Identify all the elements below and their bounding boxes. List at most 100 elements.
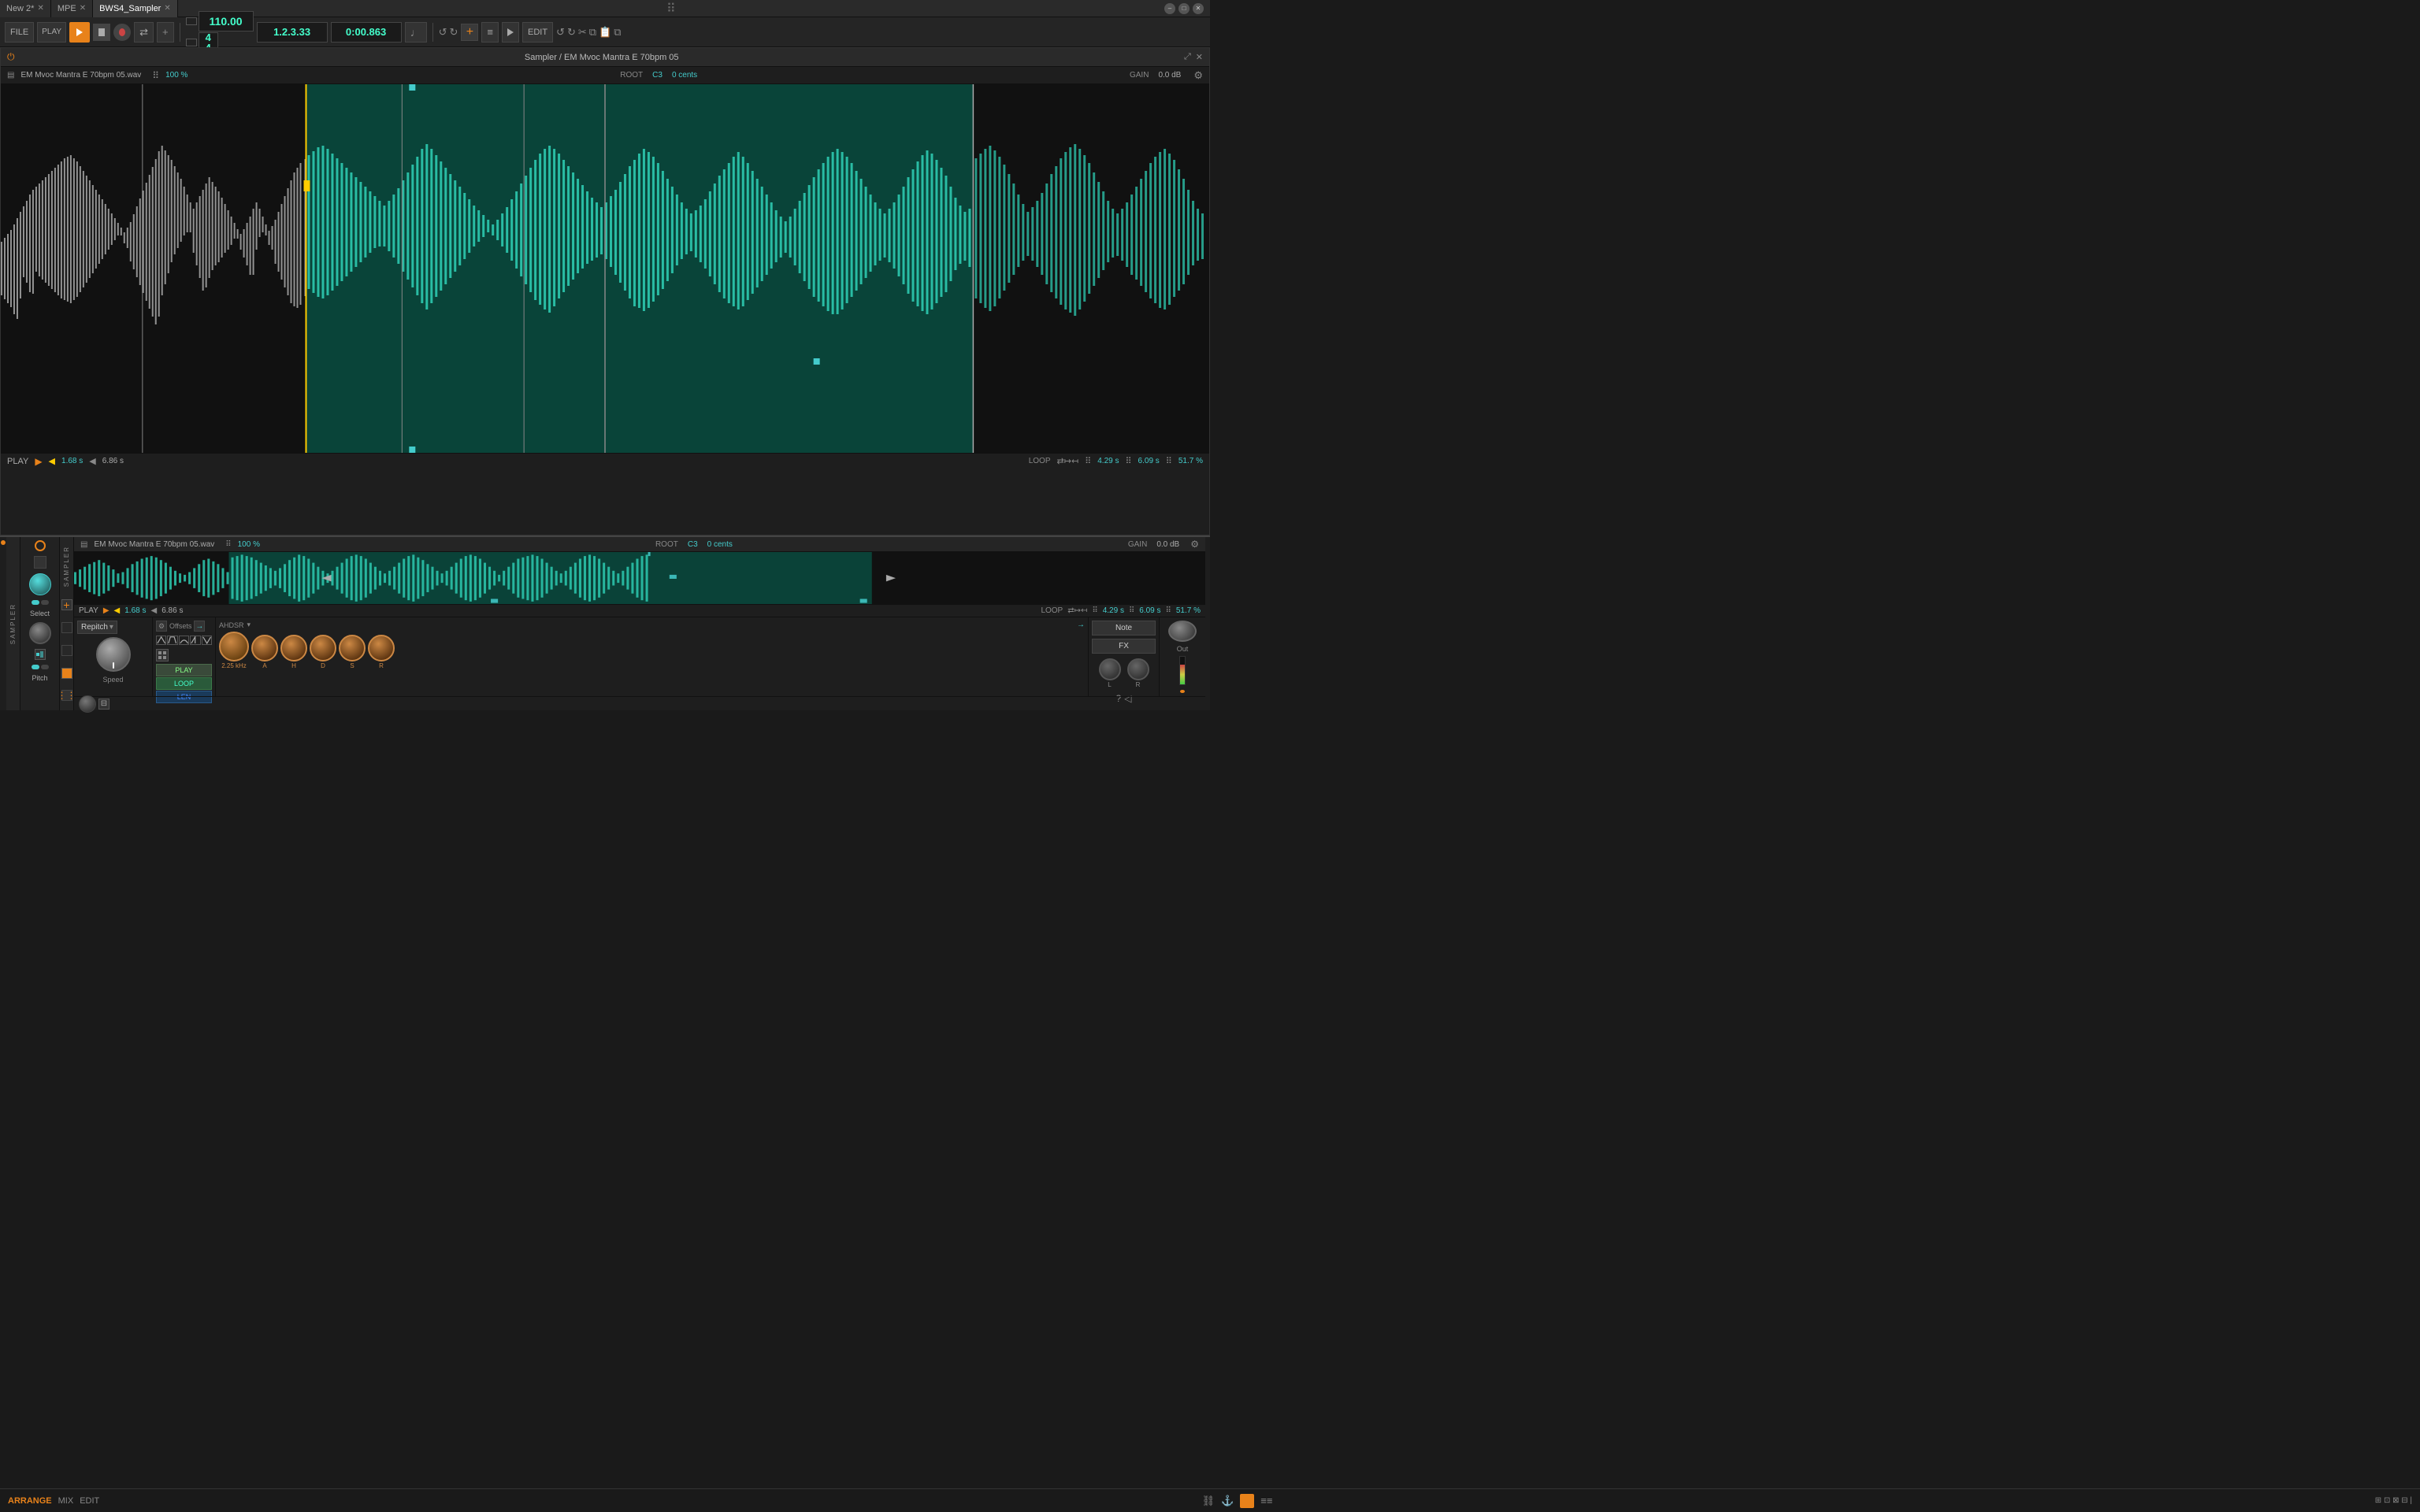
tab-sampler-label: BWS4_Sampler bbox=[99, 4, 161, 13]
list-view-btn[interactable] bbox=[61, 645, 72, 656]
d-knob[interactable] bbox=[310, 635, 336, 662]
toolbar-orange-btn[interactable] bbox=[1240, 1494, 1254, 1508]
tempo-display[interactable]: 110.00 bbox=[199, 11, 254, 32]
tab-sampler[interactable]: BWS4_Sampler ✕ bbox=[93, 0, 178, 17]
mini-settings-icon[interactable]: ⚙ bbox=[1190, 539, 1199, 550]
toggle1[interactable] bbox=[32, 600, 39, 605]
edit-tab[interactable]: EDIT bbox=[80, 1496, 99, 1506]
grid-icon3[interactable] bbox=[156, 649, 169, 662]
sampler-mini-icon1[interactable] bbox=[35, 649, 46, 660]
s-knob[interactable] bbox=[339, 635, 366, 662]
glide-knob[interactable] bbox=[79, 695, 96, 713]
stop-button[interactable] bbox=[93, 24, 110, 41]
out-knob[interactable] bbox=[1168, 621, 1197, 642]
play-indicator[interactable]: PLAY bbox=[7, 457, 28, 466]
power-indicator[interactable]: ⏻ bbox=[7, 51, 15, 63]
stop-icon bbox=[98, 28, 105, 36]
root-cents[interactable]: 0 cents bbox=[672, 71, 697, 80]
offset-play-btn[interactable]: PLAY bbox=[156, 664, 212, 676]
undo2-icon[interactable]: ↺ bbox=[556, 26, 565, 39]
levels-button[interactable]: ≡ bbox=[481, 22, 499, 43]
toggle3[interactable] bbox=[32, 665, 39, 669]
transport-play2[interactable] bbox=[502, 22, 519, 43]
bottom-toolbar: ARRANGE MIX EDIT ⛓ ⚓ ≡≡ ⊞ ⊡ ⊠ ⊟ | bbox=[0, 1488, 2420, 1512]
undo-icon[interactable]: ↺ bbox=[439, 26, 447, 39]
env-shape1[interactable] bbox=[156, 636, 166, 645]
loop-button[interactable]: ⇄ bbox=[134, 22, 154, 43]
r-knob[interactable] bbox=[368, 635, 395, 662]
select-knob[interactable] bbox=[29, 573, 51, 595]
divider2 bbox=[432, 23, 433, 42]
tab-sampler-close[interactable]: ✕ bbox=[164, 4, 170, 13]
tab-new2-close[interactable]: ✕ bbox=[37, 4, 43, 13]
power-button[interactable] bbox=[35, 540, 46, 551]
h-knob[interactable] bbox=[280, 635, 307, 662]
offset-loop-btn[interactable]: LOOP bbox=[156, 677, 212, 690]
gain-value[interactable]: 0.0 dB bbox=[1158, 71, 1181, 80]
copy-icon[interactable]: ⧉ bbox=[589, 26, 596, 39]
click-button[interactable]: + bbox=[157, 22, 174, 43]
file-button[interactable]: FILE bbox=[5, 22, 34, 43]
file-icon: ▤ bbox=[7, 71, 14, 80]
mix-tab[interactable]: MIX bbox=[58, 1496, 74, 1506]
ahdsr-right-arrow[interactable]: → bbox=[1077, 621, 1085, 629]
waveform-display[interactable] bbox=[1, 84, 1209, 453]
close-sampler-icon[interactable]: ✕ bbox=[1196, 52, 1203, 62]
redo2-icon[interactable]: ↻ bbox=[567, 26, 576, 39]
note-button[interactable]: Note bbox=[1092, 621, 1156, 636]
tab-mpe[interactable]: MPE ✕ bbox=[51, 0, 93, 17]
metronome-button[interactable]: ♩ bbox=[405, 22, 427, 43]
gear-btn[interactable]: ⋮⋮ bbox=[61, 690, 72, 701]
repitch-dropdown[interactable]: Repitch ▾ bbox=[77, 621, 117, 634]
env-shape3[interactable] bbox=[179, 636, 189, 645]
speed-knob[interactable] bbox=[96, 637, 131, 672]
win-minimize[interactable]: – bbox=[1164, 3, 1175, 14]
redo-icon[interactable]: ↻ bbox=[449, 26, 458, 39]
toggle2[interactable] bbox=[41, 600, 49, 605]
settings-btn[interactable] bbox=[34, 556, 46, 569]
fx-button[interactable]: FX bbox=[1092, 639, 1156, 654]
cut-icon[interactable]: ✂ bbox=[578, 26, 587, 39]
toolbar-anchor-icon[interactable]: ⚓ bbox=[1221, 1495, 1234, 1507]
edit-button[interactable]: EDIT bbox=[522, 22, 553, 43]
r-pan-knob[interactable] bbox=[1127, 658, 1149, 680]
sampler-title-bar: ⏻ Sampler / EM Mvoc Mantra E 70bpm 05 ⤢ … bbox=[1, 48, 1209, 67]
paste-icon[interactable]: 📋 bbox=[599, 26, 611, 39]
pitch-knob[interactable] bbox=[29, 622, 51, 644]
win-close[interactable]: ✕ bbox=[1193, 3, 1204, 14]
toolbar-link-icon[interactable]: ⛓ bbox=[1202, 1495, 1216, 1507]
settings-icon[interactable]: ⚙ bbox=[1193, 69, 1203, 82]
add-button[interactable]: + bbox=[461, 24, 478, 41]
expand-icon[interactable]: ⤢ bbox=[1184, 52, 1191, 62]
root-note[interactable]: C3 bbox=[652, 71, 663, 80]
active-sampler-btn[interactable] bbox=[61, 668, 72, 679]
win-maximize[interactable]: □ bbox=[1178, 3, 1190, 14]
tab-new2[interactable]: New 2* ✕ bbox=[0, 0, 51, 17]
position-time[interactable]: 0:00.863 bbox=[331, 22, 402, 43]
toggle4[interactable] bbox=[41, 665, 49, 669]
play-label-button[interactable]: PLAY bbox=[37, 22, 66, 43]
mini-root-note[interactable]: C3 bbox=[688, 540, 698, 549]
add-sampler-btn[interactable]: + bbox=[61, 599, 72, 610]
env-shape2[interactable] bbox=[167, 636, 177, 645]
env-shape4[interactable] bbox=[190, 636, 200, 645]
mini-play-icon: ▶ bbox=[103, 606, 109, 615]
arrange-tab[interactable]: ARRANGE bbox=[8, 1496, 52, 1506]
mini-waveform[interactable] bbox=[74, 552, 1205, 605]
offsets-right-btn[interactable]: → bbox=[194, 621, 205, 632]
grid-view-btn[interactable] bbox=[61, 622, 72, 633]
mini-root-cents[interactable]: 0 cents bbox=[707, 540, 733, 549]
glide-mode-icon[interactable]: ⊟ bbox=[98, 699, 109, 710]
offsets-icon[interactable]: ⚙ bbox=[156, 621, 167, 632]
mini-gain-value[interactable]: 0.0 dB bbox=[1156, 540, 1179, 549]
l-knob[interactable] bbox=[1099, 658, 1121, 680]
record-button[interactable] bbox=[113, 24, 131, 41]
freq-knob[interactable] bbox=[219, 632, 249, 662]
play-button[interactable] bbox=[69, 22, 90, 43]
paste2-icon[interactable]: ⧉ bbox=[614, 26, 621, 39]
a-knob[interactable] bbox=[251, 635, 278, 662]
env-shape5[interactable] bbox=[202, 636, 212, 645]
tab-mpe-close[interactable]: ✕ bbox=[80, 4, 86, 13]
position-bars[interactable]: 1.2.3.33 bbox=[257, 22, 328, 43]
toolbar-grid-icon[interactable]: ≡≡ bbox=[1260, 1495, 1272, 1506]
